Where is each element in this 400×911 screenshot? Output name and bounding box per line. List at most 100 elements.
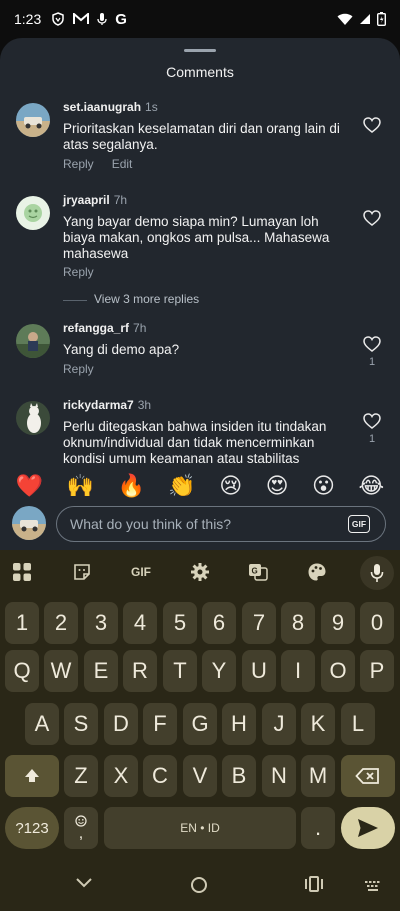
- key-j[interactable]: J: [262, 703, 296, 745]
- reply-button[interactable]: Reply: [63, 265, 94, 279]
- key-i[interactable]: I: [281, 650, 315, 692]
- settings-gear-icon[interactable]: [189, 561, 211, 583]
- key-o[interactable]: O: [321, 650, 355, 692]
- key-4[interactable]: 4: [123, 602, 157, 644]
- keyboard-switch-button[interactable]: [364, 880, 382, 892]
- avatar[interactable]: [16, 103, 50, 137]
- key-k[interactable]: K: [301, 703, 335, 745]
- key-2[interactable]: 2: [44, 602, 78, 644]
- recents-icon: [305, 876, 323, 892]
- comment-username[interactable]: refangga_rf: [63, 321, 129, 335]
- google-g-icon: G: [115, 10, 127, 28]
- comment-text: Perlu ditegaskan bahwa insiden itu tinda…: [63, 419, 327, 466]
- key-h[interactable]: H: [222, 703, 256, 745]
- system-nav-bar: [0, 860, 400, 911]
- key-w[interactable]: W: [44, 650, 78, 692]
- home-circle-icon: [191, 877, 207, 893]
- view-more-replies-label[interactable]: View 3 more replies: [94, 292, 199, 306]
- period-key[interactable]: .: [301, 807, 335, 849]
- key-p[interactable]: P: [360, 650, 394, 692]
- comment-header: rickydarma7 3h: [63, 398, 151, 412]
- key-d[interactable]: D: [104, 703, 138, 745]
- reaction-surprised[interactable]: 😮: [312, 475, 335, 497]
- key-c[interactable]: C: [143, 755, 177, 797]
- status-bar: 1:23 G: [0, 0, 400, 38]
- key-0[interactable]: 0: [360, 602, 394, 644]
- space-bar[interactable]: EN • ID: [104, 807, 296, 849]
- comment-actions: Reply: [63, 265, 94, 279]
- reaction-heart-eyes[interactable]: 😍: [266, 475, 289, 497]
- key-g[interactable]: G: [183, 703, 217, 745]
- reaction-clap[interactable]: 👏: [168, 475, 195, 497]
- shield-icon: [52, 12, 64, 26]
- key-3[interactable]: 3: [84, 602, 118, 644]
- heart-icon[interactable]: [362, 411, 382, 431]
- comment-username[interactable]: set.iaanugrah: [63, 100, 141, 114]
- key-z[interactable]: Z: [64, 755, 98, 797]
- key-s[interactable]: S: [64, 703, 98, 745]
- reply-button[interactable]: Reply: [63, 157, 94, 171]
- key-b[interactable]: B: [222, 755, 256, 797]
- reply-button[interactable]: Reply: [63, 362, 94, 376]
- reaction-fire[interactable]: 🔥: [117, 475, 144, 497]
- heart-icon[interactable]: [362, 208, 382, 228]
- nav-back-button[interactable]: [74, 876, 94, 890]
- backspace-key[interactable]: [341, 755, 395, 797]
- avatar[interactable]: [16, 401, 50, 435]
- key-y[interactable]: Y: [202, 650, 236, 692]
- voice-input-button[interactable]: [360, 556, 394, 590]
- reaction-emoji-row: ❤️ 🙌 🔥 👏 😢 😍 😮 😂: [0, 470, 400, 502]
- comment-header: jryaapril 7h: [63, 193, 127, 207]
- key-5[interactable]: 5: [163, 602, 197, 644]
- gif-tool-button[interactable]: GIF: [126, 561, 156, 583]
- like-count: 1: [368, 433, 376, 445]
- key-8[interactable]: 8: [281, 602, 315, 644]
- key-f[interactable]: F: [143, 703, 177, 745]
- key-7[interactable]: 7: [242, 602, 276, 644]
- avatar[interactable]: [16, 196, 50, 230]
- translate-icon[interactable]: G: [247, 561, 269, 583]
- sheet-title: Comments: [166, 64, 234, 80]
- apps-grid-icon[interactable]: [11, 561, 33, 583]
- key-m[interactable]: M: [301, 755, 335, 797]
- key-t[interactable]: T: [163, 650, 197, 692]
- key-e[interactable]: E: [84, 650, 118, 692]
- key-r[interactable]: R: [123, 650, 157, 692]
- comment-username[interactable]: rickydarma7: [63, 398, 134, 412]
- comment-input[interactable]: [56, 506, 386, 542]
- avatar[interactable]: [16, 324, 50, 358]
- reaction-heart[interactable]: ❤️: [16, 475, 43, 497]
- palette-icon[interactable]: [306, 561, 328, 583]
- reaction-laughing[interactable]: 😂: [358, 475, 384, 497]
- battery-icon: [377, 12, 386, 26]
- key-l[interactable]: L: [341, 703, 375, 745]
- key-6[interactable]: 6: [202, 602, 236, 644]
- key-u[interactable]: U: [242, 650, 276, 692]
- comment-username[interactable]: jryaapril: [63, 193, 110, 207]
- key-1[interactable]: 1: [5, 602, 39, 644]
- key-q[interactable]: Q: [5, 650, 39, 692]
- reaction-crying[interactable]: 😢: [219, 475, 242, 497]
- key-v[interactable]: V: [183, 755, 217, 797]
- replies-divider: [63, 300, 87, 301]
- nav-home-button[interactable]: [190, 876, 208, 894]
- heart-icon[interactable]: [362, 115, 382, 135]
- key-9[interactable]: 9: [321, 602, 355, 644]
- emoji-comma-key[interactable]: ,: [64, 807, 98, 849]
- key-n[interactable]: N: [262, 755, 296, 797]
- shift-key[interactable]: [5, 755, 59, 797]
- mic-small-icon: [97, 13, 107, 25]
- nav-recents-button[interactable]: [304, 876, 324, 892]
- edit-button[interactable]: Edit: [112, 157, 133, 171]
- key-x[interactable]: X: [104, 755, 138, 797]
- view-more-replies[interactable]: View 3 more replies: [0, 292, 400, 310]
- sticker-icon[interactable]: [71, 561, 93, 583]
- heart-icon[interactable]: [362, 334, 382, 354]
- send-key[interactable]: [341, 807, 395, 849]
- sheet-grabber[interactable]: [184, 49, 216, 52]
- reaction-raised-hands[interactable]: 🙌: [67, 475, 94, 497]
- gif-button[interactable]: GIF: [348, 515, 370, 533]
- symbols-key[interactable]: ?123: [5, 807, 59, 849]
- chevron-down-icon: [76, 878, 92, 888]
- key-a[interactable]: A: [25, 703, 59, 745]
